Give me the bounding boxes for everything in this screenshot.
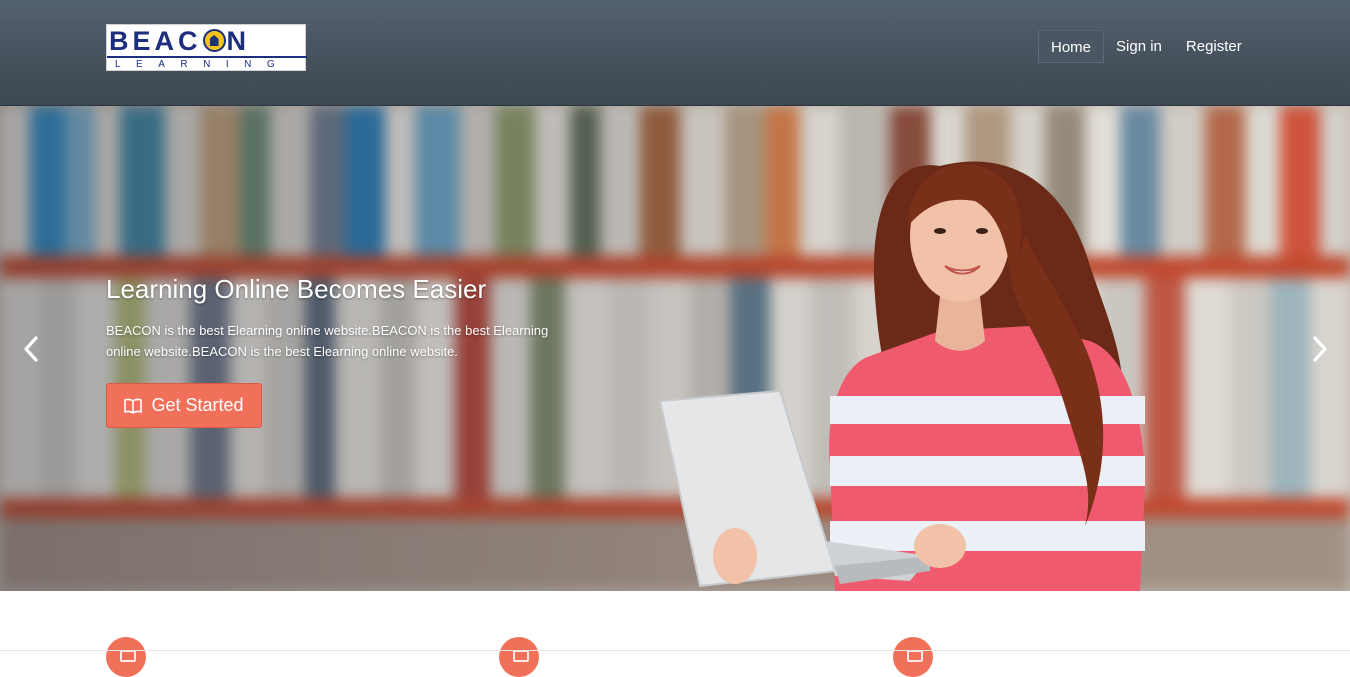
chevron-right-icon[interactable]	[1310, 334, 1330, 364]
feature-icon	[893, 637, 933, 677]
lighthouse-icon	[202, 29, 226, 52]
get-started-button[interactable]: Get Started	[106, 383, 262, 428]
site-header: BEAC N LEARNING Home Sign in Register	[0, 0, 1350, 106]
nav-register[interactable]: Register	[1174, 30, 1254, 63]
student-with-laptop-image	[658, 161, 1145, 591]
hero-title: Learning Online Becomes Easier	[106, 274, 487, 304]
feature-icon	[106, 637, 146, 677]
section-divider	[0, 650, 1350, 651]
beacon-learning-logo[interactable]: BEAC N LEARNING	[106, 24, 307, 71]
get-started-label: Get Started	[151, 395, 244, 415]
nav-home[interactable]: Home	[1038, 30, 1105, 63]
main-nav: Home Sign in Register	[1038, 30, 1254, 63]
logo-subtitle: LEARNING	[107, 56, 307, 70]
logo-wordmark: BEAC N	[109, 26, 251, 56]
feature-icon	[499, 637, 539, 677]
nav-sign-in[interactable]: Sign in	[1104, 30, 1174, 63]
hero-carousel: Learning Online Becomes Easier BEACON is…	[0, 106, 1350, 591]
book-open-icon	[124, 398, 143, 414]
hero-description: BEACON is the best Elearning online webs…	[106, 323, 549, 359]
chevron-left-icon[interactable]	[21, 334, 41, 364]
